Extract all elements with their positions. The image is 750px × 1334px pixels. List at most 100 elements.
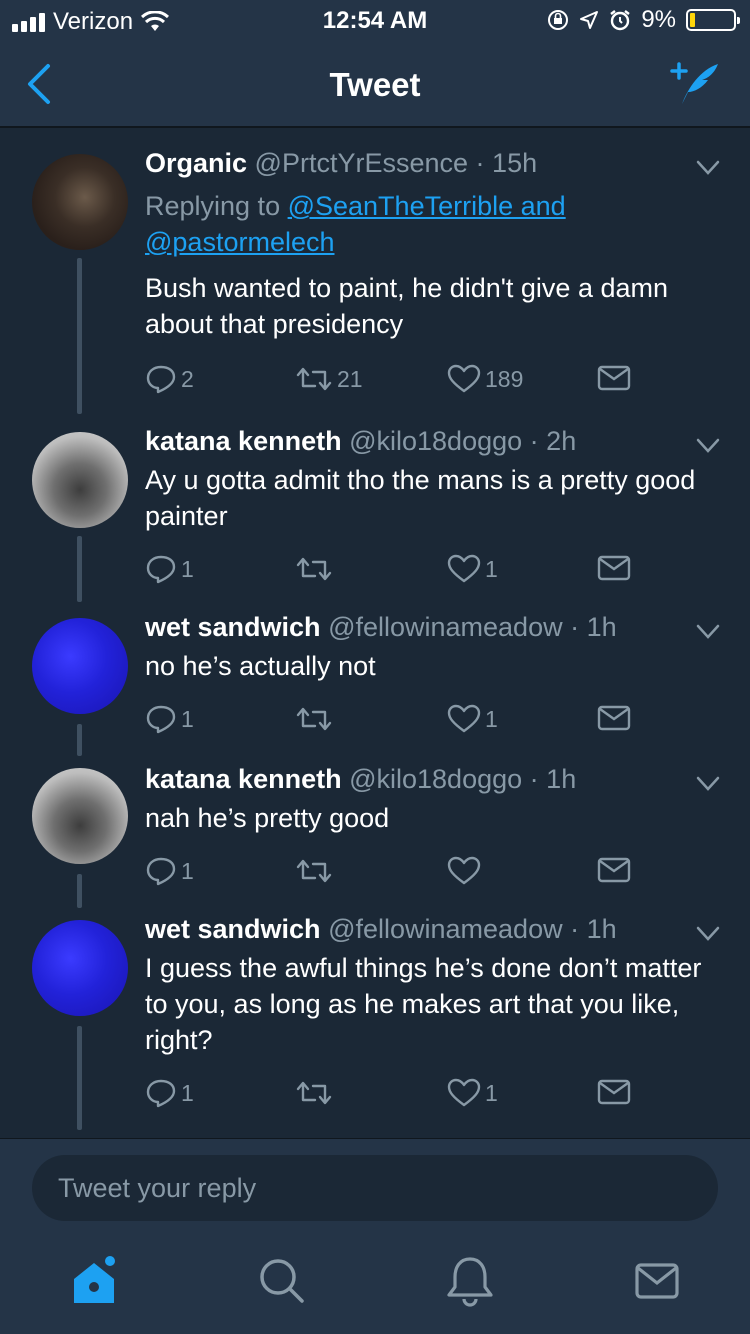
reply-button[interactable]: 1: [145, 704, 194, 734]
messages-mail-icon[interactable]: [627, 1251, 687, 1311]
retweet-icon: [296, 859, 332, 883]
direct-message-button[interactable]: [597, 704, 631, 732]
retweet-button[interactable]: [295, 554, 337, 584]
tweet-text: no he’s actually not: [145, 651, 376, 681]
separator-dot: ·: [570, 914, 580, 944]
mention-link[interactable]: @pastormelech: [145, 227, 335, 257]
battery-icon: [686, 9, 740, 31]
avatar[interactable]: [32, 432, 128, 528]
tweet-actions: 1 1: [145, 704, 645, 738]
reply-button[interactable]: 1: [145, 1078, 194, 1108]
replying-to: Replying to @SeanTheTerrible and @pastor…: [145, 188, 725, 260]
mail-icon: [597, 705, 631, 731]
search-icon[interactable]: [252, 1251, 312, 1311]
user-handle[interactable]: @fellowinameadow: [328, 612, 563, 642]
tweet[interactable]: katana kenneth @kilo18doggo · 1h nah he’…: [0, 760, 750, 912]
reply-button[interactable]: 1: [145, 856, 194, 886]
heart-icon: [447, 1078, 481, 1107]
retweet-count: 21: [337, 365, 363, 392]
home-icon[interactable]: [64, 1251, 124, 1311]
thread-connector: [77, 258, 82, 414]
tweet[interactable]: katana kenneth @kilo18doggo · 2h Ay u go…: [0, 420, 750, 608]
reply-count: 1: [181, 857, 194, 884]
retweet-button[interactable]: [295, 704, 337, 734]
avatar[interactable]: [32, 154, 128, 250]
chevron-down-icon[interactable]: [696, 624, 720, 640]
chevron-down-icon[interactable]: [696, 776, 720, 792]
chevron-down-icon[interactable]: [696, 160, 720, 176]
display-name[interactable]: wet sandwich: [145, 612, 321, 642]
thread-connector: [77, 1026, 82, 1130]
display-name[interactable]: wet sandwich: [145, 914, 321, 944]
reply-count: 2: [181, 365, 194, 392]
like-count: 189: [485, 365, 524, 392]
separator-dot: ·: [529, 764, 539, 794]
direct-message-button[interactable]: [597, 364, 631, 392]
retweet-button[interactable]: [295, 1078, 337, 1108]
battery-percent: 9%: [641, 6, 676, 33]
reply-count: 1: [181, 1079, 194, 1106]
like-button[interactable]: 1: [447, 1078, 498, 1108]
reply-icon: [146, 555, 176, 584]
user-handle[interactable]: @fellowinameadow: [328, 914, 563, 944]
direct-message-button[interactable]: [597, 1078, 631, 1106]
reply-input[interactable]: Tweet your reply: [32, 1155, 718, 1221]
user-handle[interactable]: @kilo18doggo: [349, 426, 522, 456]
display-name[interactable]: Organic: [145, 148, 247, 178]
alarm-icon: [610, 10, 631, 31]
like-button[interactable]: 189: [447, 364, 523, 394]
retweet-button[interactable]: 21: [295, 364, 363, 394]
separator-dot: ·: [475, 148, 485, 178]
display-name[interactable]: katana kenneth: [145, 764, 342, 794]
like-button[interactable]: 1: [447, 704, 498, 734]
compose-tweet-icon[interactable]: [668, 58, 722, 108]
tweet-header: wet sandwich @fellowinameadow · 1h: [145, 612, 617, 643]
tweet-text: Ay u gotta admit tho the mans is a prett…: [145, 465, 696, 531]
notifications-bell-icon[interactable]: [440, 1251, 500, 1311]
reply-icon: [146, 857, 176, 886]
user-handle[interactable]: @PrtctYrEssence: [255, 148, 468, 178]
tweet-time: 1h: [586, 914, 617, 944]
tweet-time: 2h: [546, 426, 577, 456]
avatar[interactable]: [32, 618, 128, 714]
like-button[interactable]: [447, 856, 485, 886]
reply-button[interactable]: 1: [145, 554, 194, 584]
mention-link[interactable]: @SeanTheTerrible and: [288, 191, 566, 221]
tweet[interactable]: Organic @PrtctYrEssence · 15h Replying t…: [0, 130, 750, 420]
retweet-button[interactable]: [295, 856, 337, 886]
reply-icon: [146, 1079, 176, 1108]
reply-button[interactable]: 2: [145, 364, 194, 394]
status-right: 9%: [547, 6, 740, 34]
orientation-lock-icon: [548, 10, 569, 30]
display-name[interactable]: katana kenneth: [145, 426, 342, 456]
tweet-actions: 1: [145, 856, 645, 890]
status-bar: Verizon 12:54 AM 9%: [0, 0, 750, 40]
thread-connector: [77, 874, 82, 908]
chevron-down-icon[interactable]: [696, 926, 720, 942]
retweet-icon: [296, 707, 332, 731]
tab-bar: [0, 1251, 750, 1334]
like-button[interactable]: 1: [447, 554, 498, 584]
heart-icon: [447, 704, 481, 733]
tweet[interactable]: wet sandwich @fellowinameadow · 1h no he…: [0, 608, 750, 760]
user-handle[interactable]: @kilo18doggo: [349, 764, 522, 794]
avatar[interactable]: [32, 920, 128, 1016]
reply-count: 1: [181, 705, 194, 732]
tweet-actions: 1 1: [145, 1078, 645, 1112]
direct-message-button[interactable]: [597, 554, 631, 582]
mail-icon: [597, 365, 631, 391]
chevron-down-icon[interactable]: [696, 438, 720, 454]
reply-count: 1: [181, 555, 194, 582]
like-count: 1: [485, 1079, 498, 1106]
tweet-time: 1h: [546, 764, 577, 794]
tweet-header: katana kenneth @kilo18doggo · 2h: [145, 426, 576, 457]
tweet[interactable]: wet sandwich @fellowinameadow · 1h I gue…: [0, 912, 750, 1138]
tweet-text: I guess the awful things he’s done don’t…: [145, 953, 702, 1055]
avatar[interactable]: [32, 768, 128, 864]
retweet-icon: [296, 557, 332, 581]
separator-dot: ·: [570, 612, 580, 642]
direct-message-button[interactable]: [597, 856, 631, 884]
replying-prefix: Replying to: [145, 191, 288, 221]
thread-connector: [77, 724, 82, 756]
tweet-actions: 1 1: [145, 554, 645, 588]
